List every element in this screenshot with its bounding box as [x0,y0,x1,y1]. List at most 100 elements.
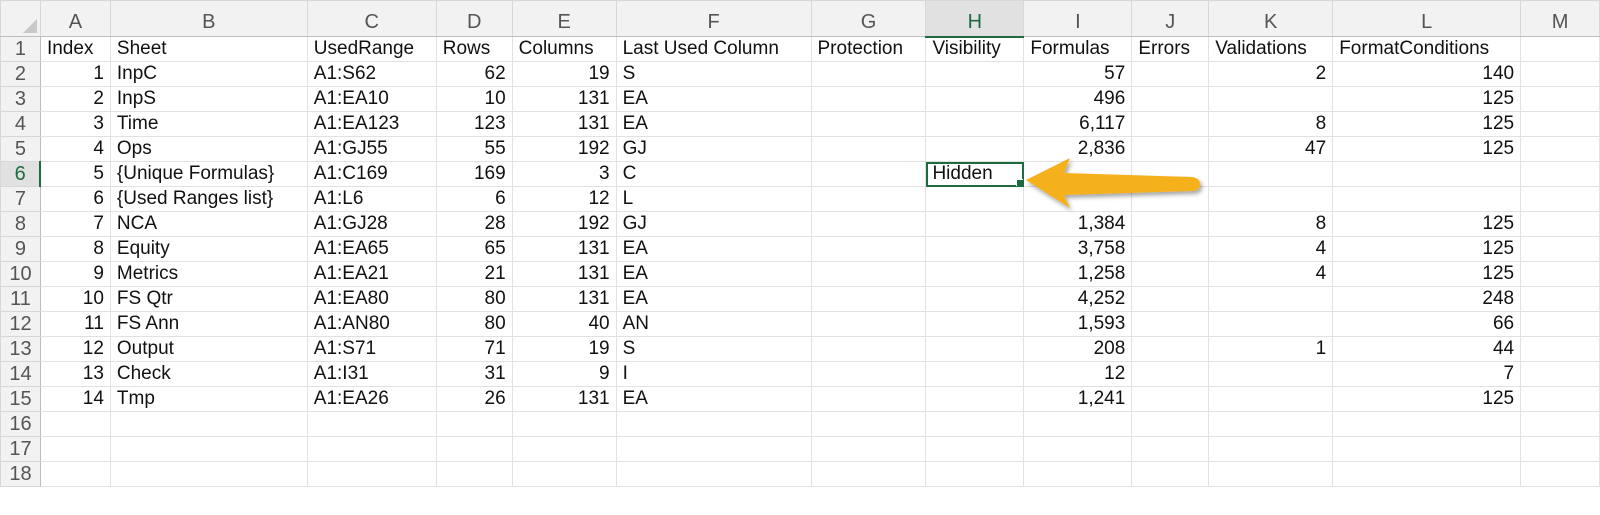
cell-f14[interactable]: I [615,361,812,387]
cell-d14[interactable]: 31 [435,361,513,387]
cell-a2[interactable]: 1 [39,61,111,87]
cell-d10[interactable]: 21 [435,261,513,287]
cell-k12[interactable] [1208,311,1334,337]
cell-a9[interactable]: 8 [39,236,111,262]
cell-i13[interactable]: 208 [1023,336,1133,362]
cell-d15[interactable]: 26 [435,386,513,412]
row-header-13[interactable]: 13 [0,336,41,362]
cell-e9[interactable]: 131 [511,236,617,262]
cell-g12[interactable] [810,311,927,337]
cell-b9[interactable]: Equity [109,236,308,262]
cell-g8[interactable] [810,211,927,237]
cell-l10[interactable]: 125 [1332,261,1522,287]
cell-g3[interactable] [810,86,927,112]
cell-l17[interactable] [1332,436,1522,462]
cell-g17[interactable] [810,436,927,462]
cell-h17[interactable] [925,436,1025,462]
row-header-9[interactable]: 9 [0,236,41,262]
cell-l13[interactable]: 44 [1332,336,1522,362]
row-header-5[interactable]: 5 [0,136,41,162]
cell-l9[interactable]: 125 [1332,236,1522,262]
row-header-2[interactable]: 2 [0,61,41,87]
cell-c15[interactable]: A1:EA26 [306,386,437,412]
column-header-l[interactable]: L [1332,0,1522,37]
cell-m3[interactable] [1520,86,1600,112]
cell-h4[interactable] [925,111,1025,137]
cell-h10[interactable] [925,261,1025,287]
cell-k11[interactable] [1208,286,1334,312]
cell-e1[interactable]: Columns [511,36,617,62]
cell-c7[interactable]: A1:L6 [306,186,437,212]
cell-b1[interactable]: Sheet [109,36,308,62]
cell-i9[interactable]: 3,758 [1023,236,1133,262]
cell-i7[interactable] [1023,186,1133,212]
cell-b8[interactable]: NCA [109,211,308,237]
cell-j9[interactable] [1131,236,1210,262]
cell-k3[interactable] [1208,86,1334,112]
cell-i5[interactable]: 2,836 [1023,136,1133,162]
cell-h16[interactable] [925,411,1025,437]
cell-j6[interactable] [1131,161,1210,187]
cell-b4[interactable]: Time [109,111,308,137]
cell-f15[interactable]: EA [615,386,812,412]
column-header-i[interactable]: I [1023,0,1133,37]
cell-b10[interactable]: Metrics [109,261,308,287]
cell-i3[interactable]: 496 [1023,86,1133,112]
cell-a13[interactable]: 12 [39,336,111,362]
cell-b16[interactable] [109,411,308,437]
cell-h6[interactable]: Hidden [925,161,1025,187]
cell-c5[interactable]: A1:GJ55 [306,136,437,162]
row-header-3[interactable]: 3 [0,86,41,112]
cell-b14[interactable]: Check [109,361,308,387]
cell-m11[interactable] [1520,286,1600,312]
cell-b2[interactable]: InpC [109,61,308,87]
cell-m5[interactable] [1520,136,1600,162]
cell-i12[interactable]: 1,593 [1023,311,1133,337]
column-header-k[interactable]: K [1208,0,1334,37]
row-header-12[interactable]: 12 [0,311,41,337]
column-header-m[interactable]: M [1520,0,1600,37]
cell-m14[interactable] [1520,361,1600,387]
cell-e18[interactable] [511,461,617,487]
cell-j14[interactable] [1131,361,1210,387]
cell-a6[interactable]: 5 [39,161,111,187]
cell-c13[interactable]: A1:S71 [306,336,437,362]
cell-k13[interactable]: 1 [1208,336,1334,362]
cell-j12[interactable] [1131,311,1210,337]
row-header-16[interactable]: 16 [0,411,41,437]
cell-g7[interactable] [810,186,927,212]
cell-g14[interactable] [810,361,927,387]
cell-f3[interactable]: EA [615,86,812,112]
cell-i16[interactable] [1023,411,1133,437]
cell-g1[interactable]: Protection [810,36,927,62]
cell-k1[interactable]: Validations [1208,36,1334,62]
cell-i8[interactable]: 1,384 [1023,211,1133,237]
cell-e8[interactable]: 192 [511,211,617,237]
cell-h3[interactable] [925,86,1025,112]
cell-d6[interactable]: 169 [435,161,513,187]
row-header-8[interactable]: 8 [0,211,41,237]
cell-i1[interactable]: Formulas [1023,36,1133,62]
row-header-14[interactable]: 14 [0,361,41,387]
cell-k4[interactable]: 8 [1208,111,1334,137]
cell-l14[interactable]: 7 [1332,361,1522,387]
cell-e4[interactable]: 131 [511,111,617,137]
cell-e12[interactable]: 40 [511,311,617,337]
cell-i10[interactable]: 1,258 [1023,261,1133,287]
cell-e15[interactable]: 131 [511,386,617,412]
cell-f13[interactable]: S [615,336,812,362]
cell-a5[interactable]: 4 [39,136,111,162]
cell-j11[interactable] [1131,286,1210,312]
column-header-e[interactable]: E [511,0,617,37]
cell-i17[interactable] [1023,436,1133,462]
cell-j5[interactable] [1131,136,1210,162]
cell-c11[interactable]: A1:EA80 [306,286,437,312]
cell-k14[interactable] [1208,361,1334,387]
cell-h5[interactable] [925,136,1025,162]
cell-c18[interactable] [306,461,437,487]
column-header-f[interactable]: F [615,0,812,37]
cell-a3[interactable]: 2 [39,86,111,112]
cell-a10[interactable]: 9 [39,261,111,287]
cell-f9[interactable]: EA [615,236,812,262]
cell-f8[interactable]: GJ [615,211,812,237]
